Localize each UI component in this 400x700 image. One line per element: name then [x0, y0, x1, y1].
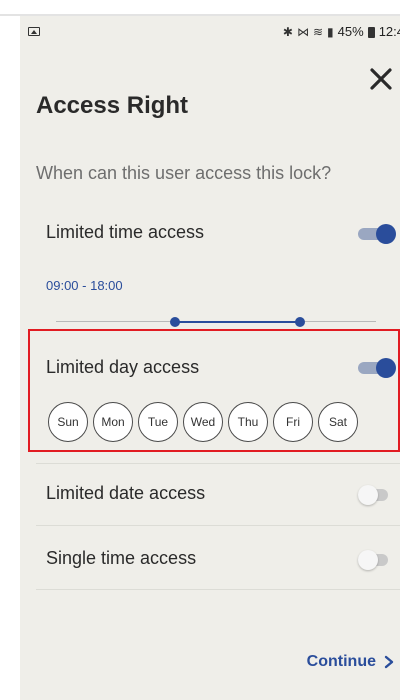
- slider-fill: [174, 321, 300, 323]
- continue-button[interactable]: Continue: [307, 653, 394, 671]
- vibrate-icon: ⋈: [296, 24, 309, 39]
- status-bar-right: ✱ ⋈ ≋ ▮ 45% 12:4: [283, 24, 400, 39]
- toggle-knob: [376, 358, 396, 378]
- continue-label: Continue: [306, 653, 376, 670]
- limited-date-label: Limited date access: [46, 483, 206, 503]
- toggle-knob: [358, 485, 378, 505]
- slider-start-handle[interactable]: [170, 317, 180, 327]
- day-mon-button[interactable]: Mon: [93, 402, 133, 442]
- single-time-label: Single time access: [46, 548, 197, 568]
- day-selector: Sun Mon Tue Wed Thu Fri Sat: [48, 402, 358, 442]
- battery-percent: 45%: [337, 24, 364, 39]
- limited-day-toggle[interactable]: [358, 356, 396, 378]
- limited-day-label: Limited day access: [46, 357, 200, 377]
- day-wed-button[interactable]: Wed: [183, 402, 223, 442]
- signal-icon: ▮: [327, 24, 334, 39]
- divider: [36, 463, 400, 464]
- bluetooth-icon: ✱: [282, 24, 293, 39]
- time-range-slider[interactable]: [56, 316, 376, 328]
- access-question: When can this user access this lock?: [36, 163, 332, 183]
- time-range-text: 09:00 - 18:00: [46, 278, 123, 293]
- divider: [36, 589, 400, 590]
- page-title: Access Right: [36, 92, 189, 119]
- day-sun-button[interactable]: Sun: [48, 402, 88, 442]
- app-screen: ✱ ⋈ ≋ ▮ 45% 12:4 Access Right When can t…: [20, 16, 400, 700]
- status-bar: ✱ ⋈ ≋ ▮ 45% 12:4: [20, 16, 400, 48]
- single-time-toggle[interactable]: [358, 548, 394, 570]
- slider-end-handle[interactable]: [295, 317, 305, 327]
- toggle-knob: [376, 224, 396, 244]
- clock: 12:4: [378, 24, 400, 39]
- day-tue-button[interactable]: Tue: [138, 402, 178, 442]
- top-strip: [0, 0, 400, 14]
- divider: [36, 525, 400, 526]
- limited-time-toggle[interactable]: [358, 222, 396, 244]
- day-fri-button[interactable]: Fri: [273, 402, 313, 442]
- day-thu-button[interactable]: Thu: [228, 402, 268, 442]
- battery-icon: [367, 27, 375, 38]
- limited-time-label: Limited time access: [46, 222, 205, 242]
- gallery-icon: [28, 27, 40, 36]
- close-icon: [370, 68, 392, 90]
- day-sat-button[interactable]: Sat: [318, 402, 358, 442]
- close-button[interactable]: [368, 66, 394, 92]
- chevron-right-icon: [384, 655, 394, 669]
- wifi-icon: ≋: [312, 24, 324, 39]
- limited-date-toggle[interactable]: [358, 483, 394, 505]
- toggle-knob: [358, 550, 378, 570]
